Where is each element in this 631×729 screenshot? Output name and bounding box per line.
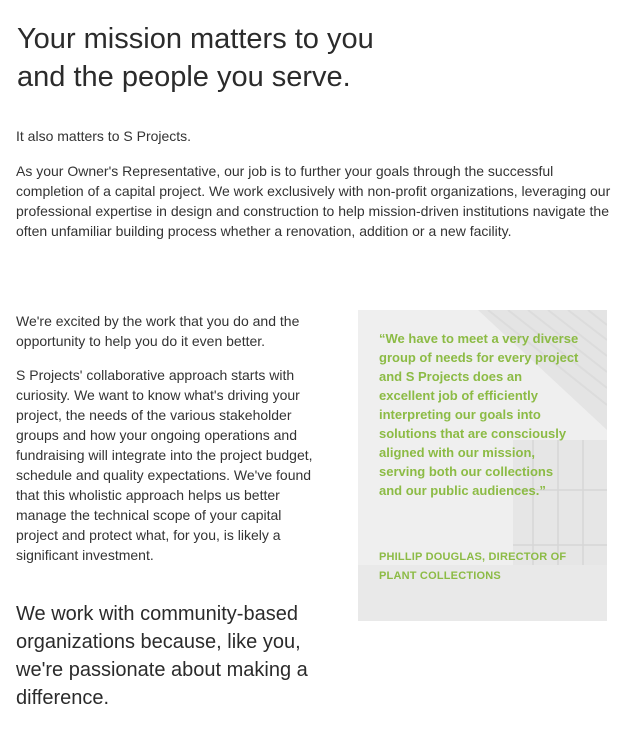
closing-statement: We work with community-based organizatio… [16,603,308,709]
intro-short-text: It also matters to S Projects. [16,128,192,144]
testimonial-quote: “We have to meet a very diverse group of… [379,331,579,498]
page-headline: Your mission matters to you and the peop… [17,20,437,96]
excited-paragraph: We're excited by the work that you do an… [16,313,300,349]
intro-body-text: As your Owner's Representative, our job … [16,163,611,239]
testimonial-card: “We have to meet a very diverse group of… [358,310,607,621]
testimonial-attribution: Phillip Douglas, Director of Plant Colle… [379,551,567,582]
approach-paragraph: S Projects' collaborative approach start… [16,367,313,563]
headline-line-1: Your mission matters to you [17,23,374,55]
headline-line-2: and the people you serve. [17,61,351,93]
